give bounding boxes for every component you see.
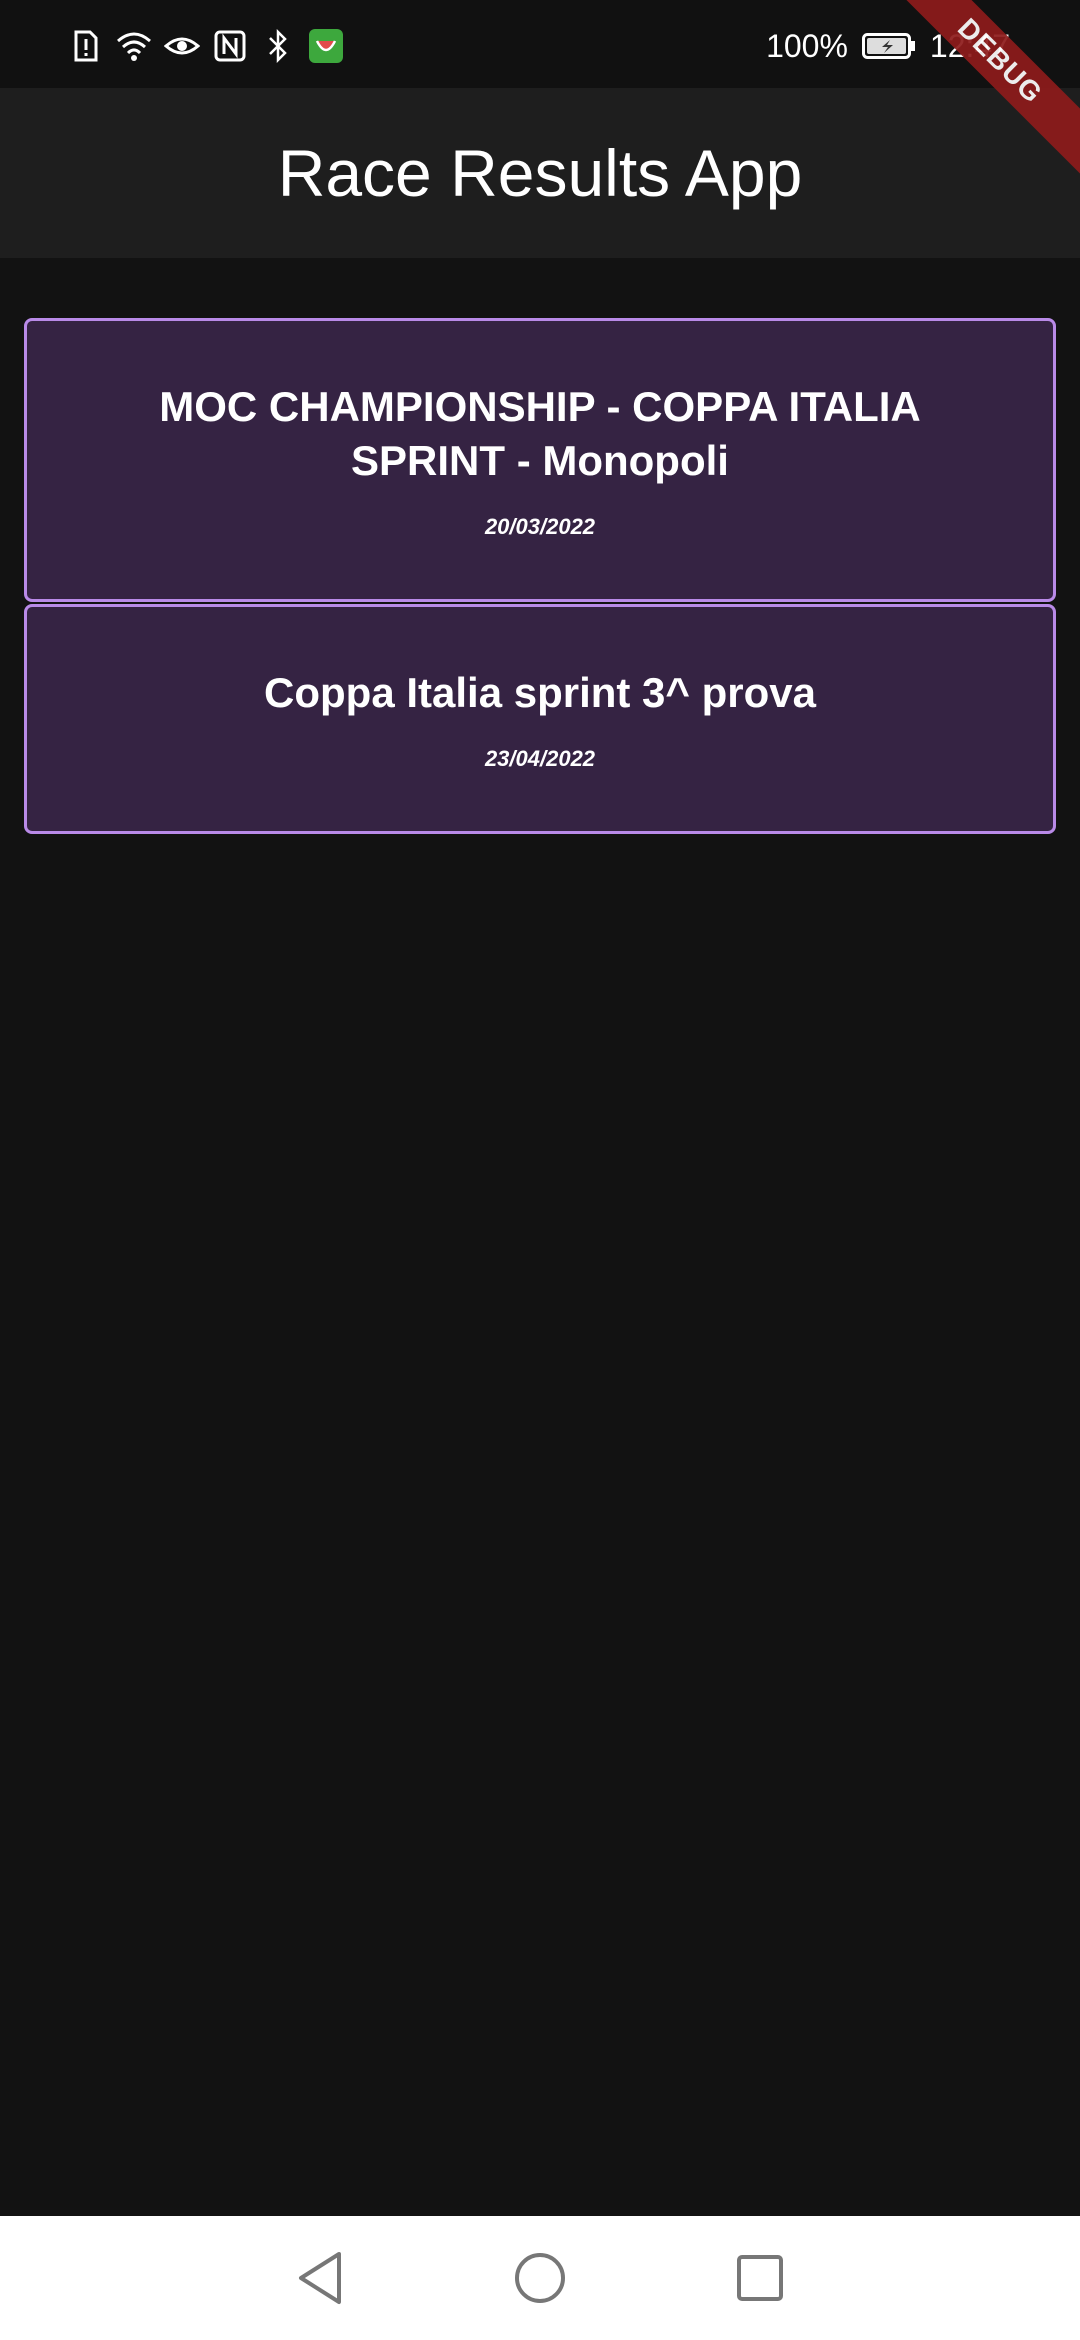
battery-percent: 100% <box>766 27 848 64</box>
system-nav-bar <box>0 2216 1080 2340</box>
race-card[interactable]: MOC CHAMPIONSHIP - COPPA ITALIA SPRINT -… <box>24 318 1056 602</box>
app-notification-icon <box>308 28 344 64</box>
race-title: MOC CHAMPIONSHIP - COPPA ITALIA SPRINT -… <box>159 383 921 484</box>
race-date: 23/04/2022 <box>484 746 596 771</box>
sim-alert-icon <box>68 28 104 64</box>
eye-icon <box>164 28 200 64</box>
wifi-icon <box>116 28 152 64</box>
race-list: MOC CHAMPIONSHIP - COPPA ITALIA SPRINT -… <box>24 318 1056 836</box>
status-bar: 100% 12:47 <box>0 0 1080 88</box>
app-bar: Race Results App <box>0 88 1080 258</box>
race-date: 20/03/2022 <box>484 514 596 539</box>
recents-icon[interactable] <box>730 2248 790 2308</box>
status-icons <box>68 28 344 64</box>
bluetooth-icon <box>260 28 296 64</box>
home-icon[interactable] <box>510 2248 570 2308</box>
back-icon[interactable] <box>290 2248 350 2308</box>
app-screen: 100% 12:47 DEBUG Race Results App MOC CH… <box>0 0 1080 2340</box>
battery-charging-icon <box>861 33 916 59</box>
race-title: Coppa Italia sprint 3^ prova <box>264 669 816 716</box>
nfc-icon <box>212 28 248 64</box>
race-card[interactable]: Coppa Italia sprint 3^ prova 23/04/2022 <box>24 604 1056 834</box>
page-title: Race Results App <box>277 136 803 210</box>
